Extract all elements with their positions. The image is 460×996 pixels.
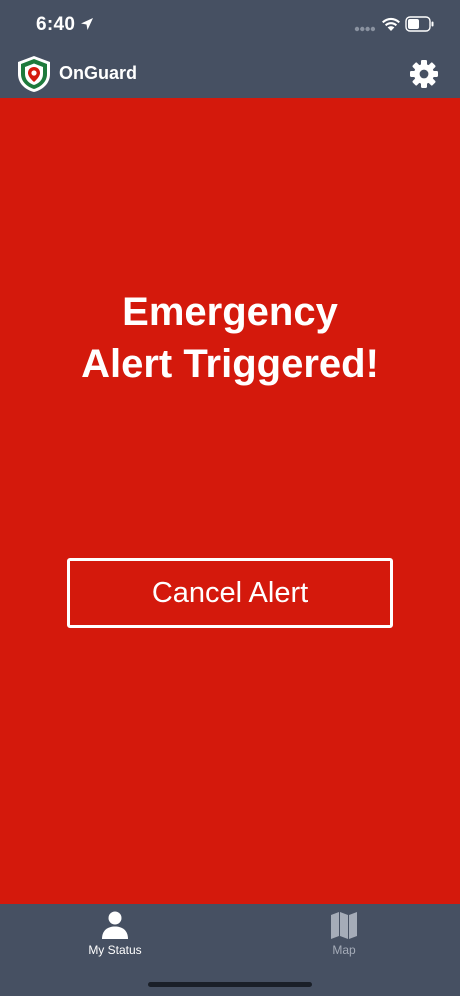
wifi-icon (382, 17, 400, 31)
status-bar: 6:40 (0, 0, 460, 50)
tab-my-status[interactable]: My Status (55, 910, 175, 966)
app-header: OnGuard (0, 50, 460, 98)
tab-my-status-label: My Status (88, 943, 142, 957)
cancel-alert-button[interactable]: Cancel Alert (67, 558, 393, 628)
alert-title: Emergency Alert Triggered! (0, 286, 460, 390)
map-icon (331, 912, 357, 939)
tab-map[interactable]: Map (284, 910, 404, 966)
tab-bar: My Status Map (0, 904, 460, 996)
tab-map-label: Map (332, 943, 356, 957)
alert-title-line-2: Alert Triggered! (81, 342, 379, 386)
home-indicator[interactable] (148, 982, 312, 987)
location-arrow-icon (81, 18, 93, 30)
onguard-shield-logo (18, 56, 50, 92)
cellular-signal-icon (354, 26, 376, 32)
status-time: 6:40 (36, 14, 76, 35)
battery-icon (405, 16, 434, 32)
person-icon (102, 911, 128, 939)
app-title: OnGuard (59, 63, 138, 83)
alert-title-line-1: Emergency (122, 290, 338, 334)
gear-icon[interactable] (408, 58, 440, 90)
emergency-alert-panel: Emergency Alert Triggered! Cancel Alert (0, 98, 460, 904)
